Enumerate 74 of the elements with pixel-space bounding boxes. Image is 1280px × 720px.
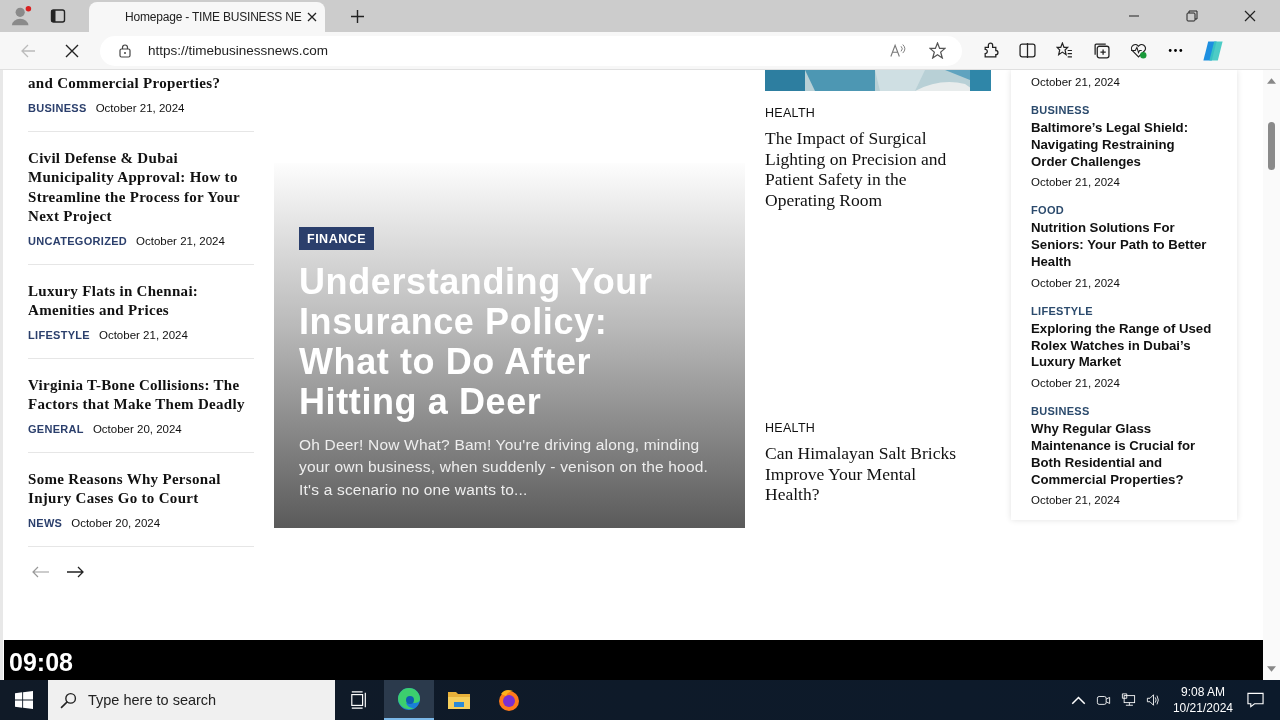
category-link[interactable]: BUSINESS: [1031, 104, 1217, 116]
extensions-icon[interactable]: [982, 42, 999, 59]
article-title[interactable]: Can Himalayan Salt Bricks Improve Your Mental Health?: [765, 442, 965, 505]
notifications-icon[interactable]: [1247, 692, 1264, 708]
collections-icon[interactable]: [1093, 42, 1110, 59]
stop-loading-icon[interactable]: [64, 42, 80, 59]
article-excerpt: Oh Deer! Now What? Bam! You're driving along, minding your own business, when suddenly - venison on the hood. It's a scenario no one wants to...: [299, 434, 710, 500]
network-icon[interactable]: [1120, 693, 1136, 707]
chevron-up-icon[interactable]: [1070, 693, 1086, 707]
restore-icon[interactable]: [1186, 10, 1198, 22]
post-date: October 21, 2024: [99, 328, 188, 341]
article-title[interactable]: Civil Defense & Dubai Municipality Approval: How to Streamline the Process for Your Next Project: [28, 148, 250, 227]
firefox-icon: [497, 688, 521, 712]
article-title[interactable]: Why Regular Glass Maintenance is Crucial for Both Residential and Commercial Properties?: [1031, 421, 1213, 489]
volume-icon[interactable]: [1145, 693, 1161, 707]
split-screen-icon[interactable]: [1019, 42, 1036, 59]
article-title[interactable]: Baltimore’s Legal Shield: Navigating Restraining Order Challenges: [1031, 120, 1213, 171]
article-title[interactable]: Exploring the Range of Used Rolex Watches in Dubai’s Luxury Market: [1031, 320, 1213, 372]
category-link[interactable]: GENERAL: [28, 422, 84, 435]
edge-icon: [397, 687, 421, 711]
post-date: October 20, 2024: [92, 422, 182, 435]
favorites-icon[interactable]: [1056, 42, 1073, 59]
article-title[interactable]: and Commercial Properties?: [28, 74, 250, 94]
timer-text: 09:08: [9, 647, 73, 677]
article-title[interactable]: The Impact of Surgical Lighting on Precision and Patient Safety in the Operating Room: [765, 128, 965, 211]
edge-taskbar-button[interactable]: [384, 680, 434, 720]
lock-icon[interactable]: [119, 43, 131, 58]
category-link[interactable]: FOOD: [1031, 204, 1217, 217]
search-input[interactable]: Type here to search: [86, 691, 320, 709]
previous-arrow-icon[interactable]: [32, 565, 50, 578]
post-date: October 21, 2024: [1031, 494, 1121, 507]
category-link[interactable]: HEALTH: [765, 106, 991, 120]
read-aloud-icon[interactable]: [890, 42, 907, 59]
post-date: October 21, 2024: [95, 101, 185, 114]
category-link[interactable]: UNCATEGORIZED: [28, 234, 128, 247]
post-date: October 21, 2024: [1031, 176, 1121, 189]
address-field[interactable]: https://timebusinessnews.com: [100, 35, 962, 66]
close-tab-icon[interactable]: [307, 12, 317, 22]
featured-article-card[interactable]: [274, 163, 745, 528]
tab-actions-icon[interactable]: [50, 8, 66, 24]
close-icon[interactable]: [1244, 10, 1256, 22]
scrollbar-thumb[interactable]: [1268, 122, 1275, 170]
clock-date[interactable]: 10/21/2024: [1172, 700, 1233, 716]
task-view-icon[interactable]: [350, 691, 368, 709]
category-link[interactable]: LIFESTYLE: [28, 328, 90, 341]
scroll-up-icon[interactable]: [1267, 78, 1276, 84]
scroll-down-icon[interactable]: [1267, 666, 1276, 672]
category-link[interactable]: NEWS: [28, 516, 63, 529]
health-check-icon[interactable]: [1130, 42, 1147, 59]
article-title[interactable]: Some Reasons Why Personal Injury Cases Go to Court: [28, 469, 250, 509]
article-title[interactable]: Luxury Flats in Chennai: Amenities and Prices: [28, 281, 250, 321]
search-icon: [60, 691, 77, 709]
new-tab-icon[interactable]: [351, 10, 364, 23]
category-link[interactable]: BUSINESS: [28, 101, 87, 114]
post-date: October 21, 2024: [1031, 377, 1121, 390]
article-title[interactable]: Virginia T-Bone Collisions: The Factors that Make Them Deadly: [28, 375, 250, 415]
category-link[interactable]: BUSINESS: [1031, 405, 1217, 418]
post-date: October 21, 2024: [136, 234, 225, 247]
post-date: October 20, 2024: [71, 516, 161, 529]
windows-start-icon[interactable]: [15, 691, 33, 709]
browser-tab[interactable]: Homepage - TIME BUSINESS NE: [89, 2, 325, 32]
post-date: October 21, 2024: [1031, 276, 1121, 289]
favorite-star-icon[interactable]: [929, 42, 946, 59]
article-title[interactable]: Nutrition Solutions For Seniors: Your Path to Better Health: [1031, 220, 1213, 271]
camera-icon[interactable]: [1095, 693, 1111, 707]
profile-icon[interactable]: [11, 5, 33, 27]
clock-time[interactable]: 9:08 AM: [1180, 684, 1225, 700]
next-arrow-icon[interactable]: [66, 565, 84, 578]
taskbar-search-field[interactable]: Type here to search: [48, 680, 335, 720]
category-link[interactable]: LIFESTYLE: [1031, 304, 1217, 317]
copilot-icon[interactable]: [1201, 38, 1225, 63]
category-tag[interactable]: FINANCE: [299, 226, 375, 250]
post-date: October 21, 2024: [1031, 76, 1121, 88]
category-link[interactable]: HEALTH: [765, 420, 991, 435]
